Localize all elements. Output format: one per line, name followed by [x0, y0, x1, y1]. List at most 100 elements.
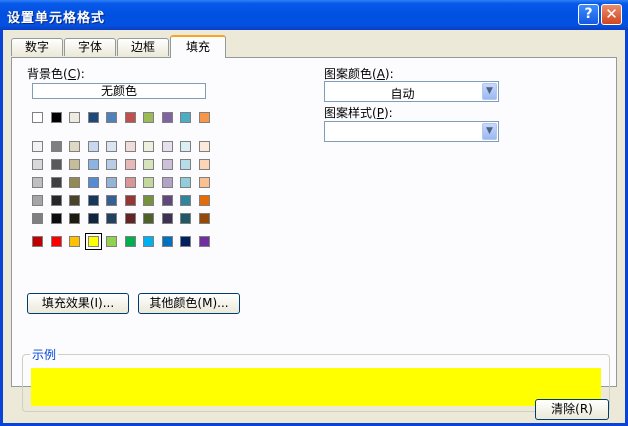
standard-color-swatch[interactable] — [50, 236, 62, 247]
color-swatch[interactable] — [124, 159, 136, 170]
color-swatch[interactable] — [106, 213, 117, 224]
background-color-accesskey: C — [67, 67, 77, 81]
standard-color-swatch[interactable] — [124, 236, 136, 247]
color-swatch[interactable] — [198, 213, 210, 224]
color-swatch[interactable] — [69, 177, 80, 188]
color-swatch[interactable] — [106, 195, 117, 206]
color-swatch[interactable] — [143, 177, 154, 188]
title-bar[interactable]: 设置单元格格式 ? ✕ — [0, 0, 628, 30]
color-swatch[interactable] — [180, 159, 191, 170]
selected-swatch-highlight — [84, 233, 102, 250]
color-swatch[interactable] — [180, 112, 191, 123]
color-swatch[interactable] — [50, 112, 62, 123]
color-swatch[interactable] — [143, 159, 154, 170]
standard-color-swatch[interactable] — [143, 236, 154, 247]
tab-border[interactable]: 边框 — [117, 38, 169, 56]
standard-color-swatch[interactable] — [198, 236, 210, 247]
color-swatch[interactable] — [106, 141, 117, 152]
pattern-style-select[interactable]: ▼ — [324, 121, 499, 142]
pattern-style-accesskey: P — [376, 106, 384, 120]
color-swatch[interactable] — [50, 213, 62, 224]
color-swatch[interactable] — [106, 159, 117, 170]
color-swatch[interactable] — [32, 159, 43, 170]
color-swatch[interactable] — [124, 213, 136, 224]
pattern-color-accesskey: A — [376, 67, 385, 81]
format-cells-dialog: 设置单元格格式 ? ✕ 数字 字体 边框 填充 背景色(C): 无颜色 填充效果… — [0, 0, 628, 426]
close-button[interactable]: ✕ — [601, 4, 622, 25]
color-swatch[interactable] — [32, 213, 43, 224]
sample-preview — [31, 368, 601, 406]
color-swatch[interactable] — [87, 213, 99, 224]
color-swatch[interactable] — [50, 195, 62, 206]
color-swatch[interactable] — [124, 141, 136, 152]
fill-effects-button[interactable]: 填充效果(I)... — [27, 293, 129, 314]
color-swatch[interactable] — [143, 213, 154, 224]
color-swatch[interactable] — [124, 195, 136, 206]
window-title: 设置单元格格式 — [7, 11, 106, 26]
color-swatch[interactable] — [143, 112, 154, 123]
help-button[interactable]: ? — [578, 4, 599, 25]
color-swatch[interactable] — [32, 195, 43, 206]
tab-fill[interactable]: 填充 — [170, 35, 226, 58]
more-colors-button[interactable]: 其他颜色(M)... — [138, 293, 240, 314]
color-swatch[interactable] — [161, 141, 173, 152]
color-swatch[interactable] — [161, 177, 173, 188]
pattern-color-label-text: 图案颜色 — [324, 67, 373, 81]
color-swatch[interactable] — [143, 141, 154, 152]
color-swatch[interactable] — [180, 213, 191, 224]
chevron-down-icon[interactable]: ▼ — [482, 83, 497, 100]
tab-font[interactable]: 字体 — [64, 38, 116, 56]
color-swatch[interactable] — [50, 177, 62, 188]
color-swatch[interactable] — [180, 195, 191, 206]
color-swatch[interactable] — [143, 195, 154, 206]
color-swatch[interactable] — [69, 112, 80, 123]
color-swatch[interactable] — [161, 159, 173, 170]
background-color-label-text: 背景色 — [27, 67, 64, 81]
sample-label: 示例 — [30, 346, 59, 363]
pattern-style-label: 图案样式(P): — [324, 106, 393, 120]
color-swatch[interactable] — [87, 159, 99, 170]
color-swatch[interactable] — [198, 141, 210, 152]
tab-number[interactable]: 数字 — [11, 38, 63, 56]
color-swatch[interactable] — [180, 177, 191, 188]
pattern-color-label: 图案颜色(A): — [324, 67, 394, 81]
color-swatch[interactable] — [69, 159, 80, 170]
standard-color-swatch[interactable] — [180, 236, 191, 247]
no-color-button[interactable]: 无颜色 — [32, 83, 206, 99]
color-swatch[interactable] — [87, 112, 99, 123]
color-swatch[interactable] — [180, 141, 191, 152]
color-swatch[interactable] — [106, 177, 117, 188]
color-swatch[interactable] — [32, 177, 43, 188]
chevron-down-icon[interactable]: ▼ — [482, 123, 497, 140]
color-swatch[interactable] — [124, 177, 136, 188]
color-swatch[interactable] — [87, 177, 99, 188]
pattern-color-select[interactable]: 自动 ▼ — [324, 81, 499, 102]
clear-button[interactable]: 清除(R) — [535, 399, 609, 420]
color-swatch[interactable] — [161, 195, 173, 206]
color-swatch[interactable] — [69, 213, 80, 224]
color-swatch[interactable] — [198, 177, 210, 188]
color-swatch[interactable] — [87, 141, 99, 152]
pattern-style-label-text: 图案样式 — [324, 106, 373, 120]
color-swatch[interactable] — [69, 141, 80, 152]
standard-color-swatch[interactable] — [106, 236, 117, 247]
standard-color-swatch[interactable] — [161, 236, 173, 247]
color-swatch[interactable] — [50, 141, 62, 152]
color-swatch[interactable] — [198, 159, 210, 170]
color-swatch[interactable] — [161, 112, 173, 123]
color-swatch[interactable] — [50, 159, 62, 170]
color-swatch[interactable] — [69, 195, 80, 206]
color-swatch[interactable] — [198, 112, 210, 123]
standard-color-swatch[interactable] — [32, 236, 43, 247]
dialog-client-area: 数字 字体 边框 填充 背景色(C): 无颜色 填充效果(I)... 其他颜色(… — [3, 30, 625, 423]
color-swatch[interactable] — [32, 141, 43, 152]
color-swatch[interactable] — [161, 213, 173, 224]
color-swatch[interactable] — [87, 195, 99, 206]
color-swatch[interactable] — [198, 195, 210, 206]
pattern-color-value: 自动 — [390, 87, 415, 101]
color-swatch[interactable] — [124, 112, 136, 123]
color-swatch[interactable] — [32, 112, 43, 123]
color-swatch[interactable] — [106, 112, 117, 123]
standard-color-swatch[interactable] — [69, 236, 80, 247]
fill-tab-panel: 背景色(C): 无颜色 填充效果(I)... 其他颜色(M)... 图案颜色(A… — [11, 57, 617, 412]
